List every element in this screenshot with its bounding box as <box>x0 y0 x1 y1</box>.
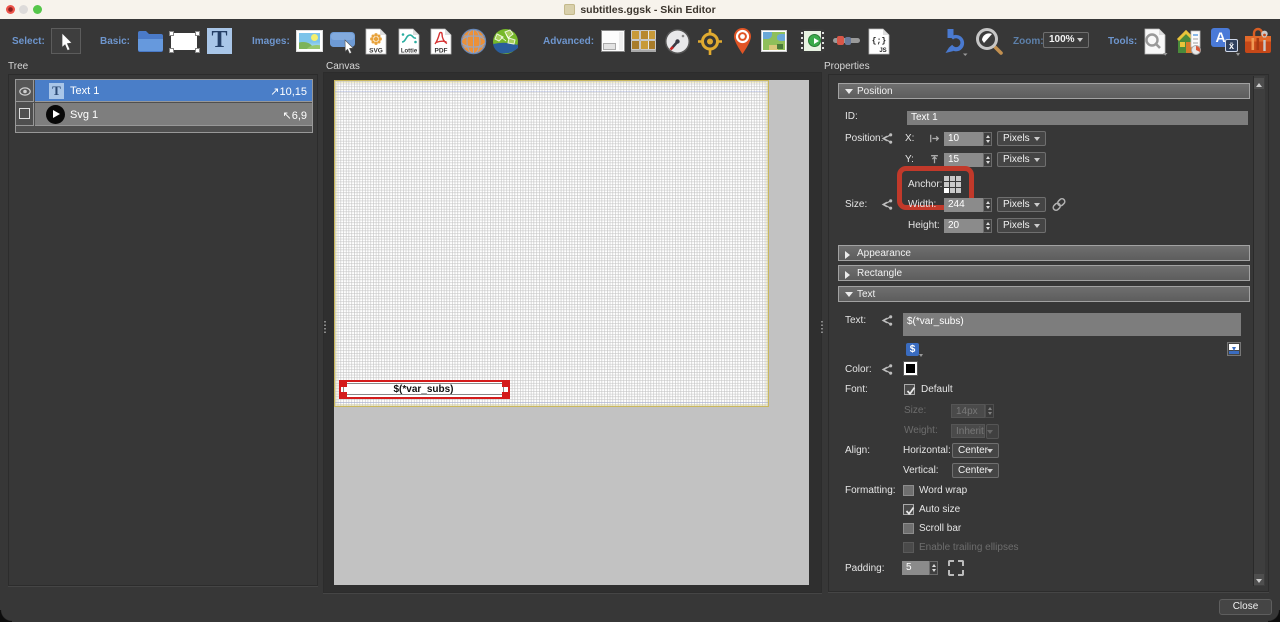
svg-text:SVG: SVG <box>369 48 383 55</box>
svg-text:PDF: PDF <box>435 48 448 55</box>
svg-text:JS: JS <box>879 48 886 54</box>
svg-text:{;}: {;} <box>872 37 887 46</box>
svg-text:Lottie: Lottie <box>401 49 418 55</box>
